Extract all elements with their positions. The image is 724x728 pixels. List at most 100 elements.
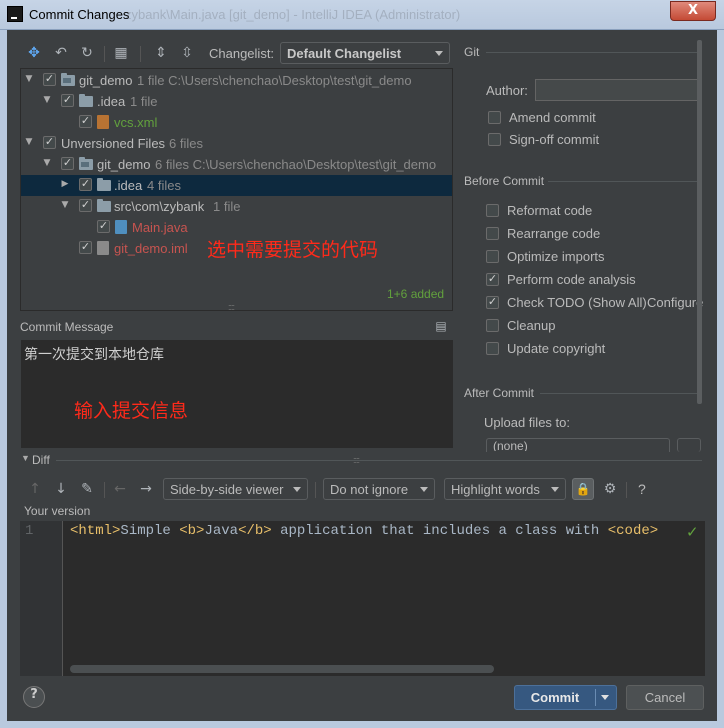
tree-row-src[interactable]: ▼ src\com\zybank 1 file	[21, 196, 452, 217]
check-todo-label: Check TODO (Show All)	[507, 295, 647, 310]
tree-row-details: 1 file	[213, 199, 241, 214]
before-commit-title: Before Commit	[464, 174, 545, 188]
chevron-down-icon[interactable]	[601, 695, 609, 700]
diff-icon[interactable]: ✥	[26, 45, 42, 61]
close-button[interactable]: X	[670, 1, 716, 21]
checkbox[interactable]	[43, 72, 56, 86]
checkbox[interactable]	[488, 111, 501, 124]
checkbox[interactable]	[61, 93, 74, 107]
expand-arrow-icon[interactable]: ▶	[60, 179, 70, 189]
help-button[interactable]: ?	[23, 686, 45, 708]
iml-file-icon	[97, 241, 109, 255]
line-gutter: 1	[20, 521, 63, 676]
help-icon[interactable]: ?	[638, 481, 646, 497]
code-token: application that includes a class with	[271, 523, 608, 539]
commit-message-input[interactable]: 第一次提交到本地仓库 输入提交信息	[20, 339, 454, 449]
java-class-icon	[115, 220, 127, 234]
edit-source-icon[interactable]: ✎	[79, 481, 95, 497]
checkbox[interactable]	[79, 114, 92, 128]
tree-row-vcs-xml[interactable]: vcs.xml	[21, 112, 452, 133]
checkbox[interactable]	[97, 219, 110, 233]
checkbox[interactable]	[486, 204, 499, 217]
checkbox[interactable]	[43, 135, 56, 149]
forward-icon[interactable]: →	[138, 481, 154, 497]
rollback-icon[interactable]: ↶	[53, 45, 69, 61]
tree-row-idea[interactable]: ▼ .idea 1 file	[21, 91, 452, 112]
tree-row-label: src\com\zybank	[114, 199, 205, 214]
tree-row-git-demo-unversioned[interactable]: ▼ git_demo 6 files C:\Users\chenchao\Des…	[21, 154, 452, 175]
checkbox[interactable]	[486, 319, 499, 332]
tree-row-label: Main.java	[132, 220, 188, 235]
checkbox[interactable]	[79, 198, 92, 212]
checkbox[interactable]	[486, 272, 499, 286]
options-scrollbar[interactable]	[697, 40, 702, 404]
checkbox[interactable]	[486, 342, 499, 355]
xml-file-icon	[97, 115, 109, 129]
highlight-select[interactable]: Highlight words	[444, 478, 566, 500]
window-frame-bottom	[0, 721, 724, 728]
tree-row-idea-unversioned[interactable]: ▶ .idea 4 files	[21, 175, 452, 196]
window-title: Commit Changes	[29, 7, 130, 22]
group-by-icon[interactable]: ▦	[113, 45, 129, 61]
rearrange-code-label: Rearrange code	[507, 226, 601, 241]
next-difference-icon[interactable]: ↓	[53, 481, 69, 497]
collapse-arrow-icon[interactable]: ▼	[21, 453, 30, 463]
checkbox[interactable]	[486, 227, 499, 240]
checkbox[interactable]	[486, 250, 499, 263]
reformat-code-label: Reformat code	[507, 203, 593, 218]
expand-arrow-icon[interactable]: ▼	[42, 95, 52, 105]
expand-arrow-icon[interactable]: ▼	[60, 200, 70, 210]
chevron-down-icon	[420, 487, 428, 492]
commit-button[interactable]: Commit	[514, 685, 617, 710]
author-input[interactable]	[535, 79, 698, 101]
horizontal-scrollbar[interactable]	[70, 665, 494, 673]
checkbox[interactable]	[486, 295, 499, 309]
diff-editor[interactable]: 1 <html>Simple <b>Java</b> application t…	[20, 521, 705, 676]
code-line[interactable]: <html>Simple <b>Java</b> application tha…	[70, 523, 658, 539]
previous-difference-icon[interactable]: ↑	[27, 481, 43, 497]
splitter-handle[interactable]: ::::	[353, 455, 360, 465]
background-window-title: zybank\Main.java [git_demo] - IntelliJ I…	[125, 7, 461, 22]
ignore-whitespace-select[interactable]: Do not ignore	[323, 478, 435, 500]
splitter-handle[interactable]: ::::	[228, 302, 235, 312]
folder-icon	[79, 94, 93, 107]
select-code-annotation: 选中需要提交的代码	[207, 239, 379, 261]
collapse-all-icon[interactable]: ⇳	[179, 45, 195, 61]
tree-row-unversioned[interactable]: ▼ Unversioned Files 6 files	[21, 133, 452, 154]
upload-target-select[interactable]: (none)	[486, 438, 670, 452]
amend-commit-label: Amend commit	[509, 110, 596, 125]
upload-target-value: (none)	[493, 439, 528, 451]
tree-row-label: vcs.xml	[114, 115, 158, 130]
configure-link[interactable]: Configure	[647, 295, 703, 310]
upload-settings-button[interactable]	[677, 438, 701, 452]
tree-row-git-demo[interactable]: ▼ git_demo 1 file C:\Users\chenchao\Desk…	[21, 70, 452, 91]
chevron-down-icon	[293, 487, 301, 492]
viewer-select[interactable]: Side-by-side viewer	[163, 478, 308, 500]
expand-all-icon[interactable]: ⇕	[153, 45, 169, 61]
back-icon[interactable]: ←	[112, 481, 128, 497]
commit-message-text: 第一次提交到本地仓库	[24, 347, 164, 363]
expand-arrow-icon[interactable]: ▼	[42, 158, 52, 168]
checkbox[interactable]	[61, 156, 74, 170]
expand-arrow-icon[interactable]: ▼	[24, 74, 34, 84]
tree-row-details: 1 file	[130, 94, 158, 109]
group-divider	[548, 181, 700, 182]
changelist-select[interactable]: Default Changelist	[280, 42, 450, 64]
changes-tree[interactable]: ▼ git_demo 1 file C:\Users\chenchao\Desk…	[20, 68, 453, 311]
after-commit-title: After Commit	[464, 386, 535, 400]
checkbox[interactable]	[79, 240, 92, 254]
code-token: Java	[204, 523, 239, 539]
expand-arrow-icon[interactable]: ▼	[24, 137, 34, 147]
checkbox[interactable]	[488, 133, 501, 146]
code-token: <code>	[607, 523, 659, 539]
code-token: <html>	[70, 523, 121, 539]
checkbox[interactable]	[79, 177, 92, 191]
refresh-icon[interactable]: ↻	[79, 45, 95, 61]
gear-icon[interactable]: ⚙	[602, 481, 618, 497]
cancel-button[interactable]: Cancel	[626, 685, 704, 710]
lock-icon[interactable]: 🔒	[572, 478, 594, 500]
diff-label: Diff	[32, 453, 50, 467]
group-divider	[486, 52, 700, 53]
changelist-value: Default Changelist	[287, 46, 402, 61]
message-history-icon[interactable]: ▤	[433, 318, 449, 334]
